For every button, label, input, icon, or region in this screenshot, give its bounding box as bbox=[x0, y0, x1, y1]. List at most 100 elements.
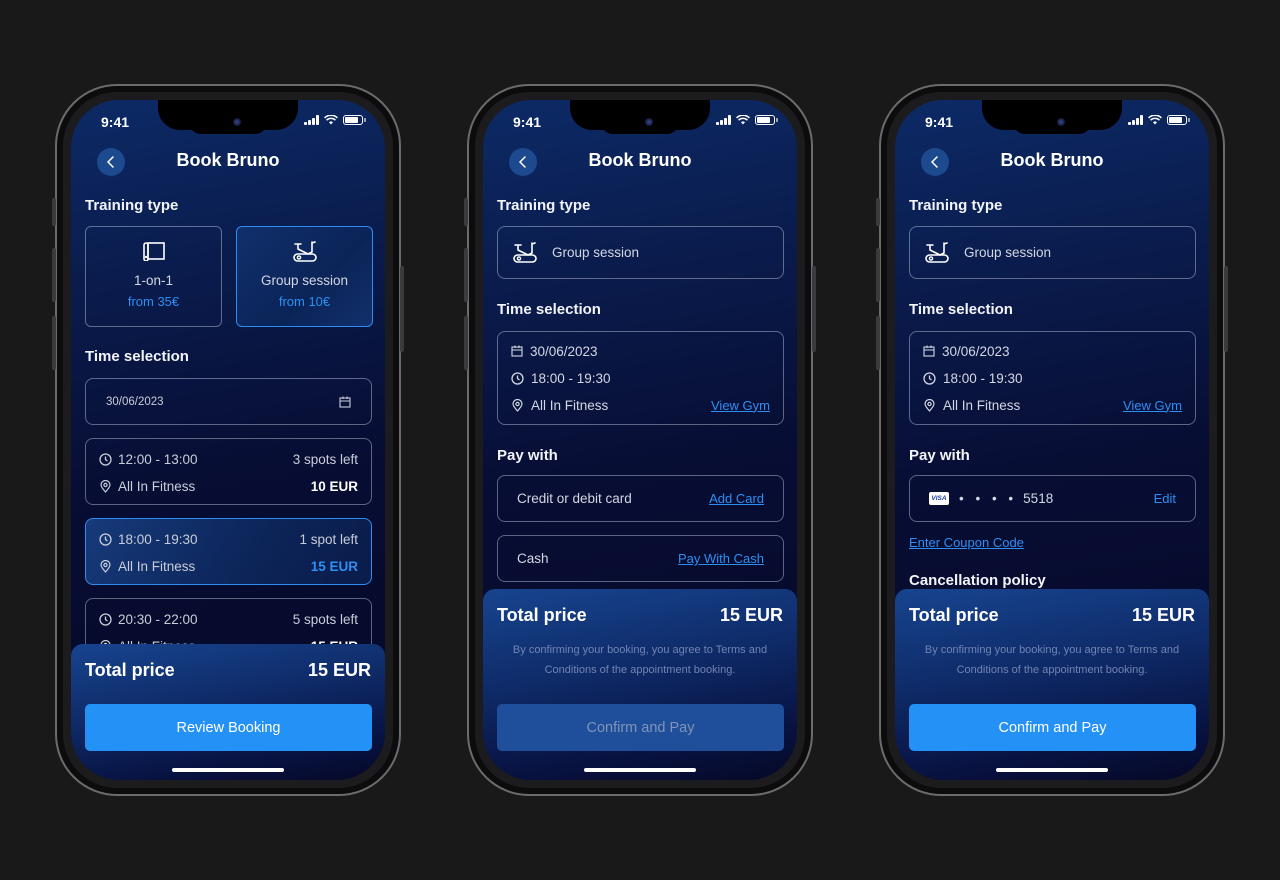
total-value: 15 EUR bbox=[1131, 605, 1195, 625]
date-picker-field[interactable]: 30/06/2023 bbox=[85, 378, 372, 425]
pay-with-cash-link[interactable]: Pay With Cash bbox=[678, 551, 764, 566]
mute-switch bbox=[52, 198, 56, 226]
total-footer: Total price 15 EUR Review Booking bbox=[71, 644, 385, 780]
screen-select-session: 9:41 Book Bruno Training type 1-on-1 fro… bbox=[71, 100, 385, 780]
confirm-and-pay-button[interactable]: Confirm and Pay bbox=[497, 704, 784, 751]
camera-icon bbox=[645, 118, 653, 126]
phone-frame-review: 9:41 Book Bruno Training type 1-on-1 fro… bbox=[52, 84, 404, 796]
card-last4: 5518 bbox=[1023, 491, 1054, 506]
battery-icon bbox=[755, 115, 778, 125]
time-slot[interactable]: 12:00 - 13:00 3 spots left All In Fitness… bbox=[85, 438, 372, 505]
slot-time: 18:00 - 19:30 bbox=[118, 531, 198, 547]
clock-icon bbox=[99, 532, 112, 546]
slot-price: 10 EUR bbox=[310, 478, 358, 494]
signal-icon bbox=[1128, 115, 1143, 125]
summary-time: 18:00 - 19:30 bbox=[531, 370, 611, 386]
status-time: 9:41 bbox=[101, 114, 130, 130]
status-icons bbox=[304, 115, 366, 125]
page-title: Book Bruno bbox=[176, 150, 280, 170]
edit-card-link[interactable]: Edit bbox=[1154, 491, 1176, 506]
time-summary: 30/06/2023 18:00 - 19:30 All In Fitness V… bbox=[909, 331, 1196, 425]
battery-icon bbox=[1167, 115, 1190, 125]
time-selection-label: Time selection bbox=[85, 348, 189, 365]
screen-choose-payment: 9:41 Book Bruno Training type Group sess… bbox=[483, 100, 797, 780]
visa-icon: VISA bbox=[929, 492, 949, 505]
total-footer: Total price 15 EUR By confirming your boo… bbox=[483, 589, 797, 780]
location-pin-icon bbox=[100, 559, 111, 573]
page-title: Book Bruno bbox=[1000, 150, 1104, 170]
training-type-name: 1-on-1 bbox=[133, 273, 174, 288]
add-card-link[interactable]: Add Card bbox=[709, 491, 764, 506]
card-mask: • • • • bbox=[959, 491, 1018, 506]
wifi-icon bbox=[736, 115, 750, 125]
slot-price: 15 EUR bbox=[310, 558, 358, 574]
dynamic-island bbox=[189, 110, 267, 134]
location-pin-icon bbox=[924, 398, 935, 412]
status-icons bbox=[1128, 115, 1190, 125]
calendar-icon bbox=[923, 345, 935, 357]
training-type-summary: Group session bbox=[497, 226, 784, 279]
slot-spots: 3 spots left bbox=[292, 451, 358, 467]
confirm-and-pay-button[interactable]: Confirm and Pay bbox=[909, 704, 1196, 751]
view-gym-link[interactable]: View Gym bbox=[1123, 398, 1182, 413]
training-type-price: from 10€ bbox=[278, 294, 331, 309]
home-indicator[interactable] bbox=[996, 768, 1108, 772]
home-indicator[interactable] bbox=[172, 768, 284, 772]
clock-icon bbox=[99, 452, 112, 466]
training-type-summary: Group session bbox=[909, 226, 1196, 279]
training-type-label: Training type bbox=[909, 197, 1003, 214]
signal-icon bbox=[716, 115, 731, 125]
volume-down-button bbox=[52, 316, 56, 370]
review-booking-button[interactable]: Review Booking bbox=[85, 704, 372, 751]
status-time: 9:41 bbox=[513, 114, 542, 130]
slot-time: 20:30 - 22:00 bbox=[118, 611, 198, 627]
summary-date: 30/06/2023 bbox=[530, 343, 598, 359]
location-pin-icon bbox=[512, 398, 523, 412]
mute-switch bbox=[464, 198, 468, 226]
summary-location: All In Fitness bbox=[531, 397, 609, 413]
time-selection-label: Time selection bbox=[497, 301, 601, 318]
total-footer: Total price 15 EUR By confirming your boo… bbox=[895, 589, 1209, 780]
signal-icon bbox=[304, 115, 319, 125]
slot-spots: 5 spots left bbox=[292, 611, 358, 627]
slot-location: All In Fitness bbox=[118, 478, 196, 494]
training-type-name: Group session bbox=[552, 245, 640, 260]
exercise-bike-icon bbox=[292, 241, 317, 262]
pay-with-label: Pay with bbox=[909, 447, 970, 464]
summary-date: 30/06/2023 bbox=[942, 343, 1010, 359]
camera-icon bbox=[1057, 118, 1065, 126]
training-type-name: Group session bbox=[964, 245, 1052, 260]
slot-time: 12:00 - 13:00 bbox=[118, 451, 198, 467]
view-gym-link[interactable]: View Gym bbox=[711, 398, 770, 413]
time-selection-label: Time selection bbox=[909, 301, 1013, 318]
status-time: 9:41 bbox=[925, 114, 954, 130]
location-pin-icon bbox=[100, 479, 111, 493]
phone-frame-confirm: 9:41 Book Bruno Training type Group sess… bbox=[876, 84, 1228, 796]
home-indicator[interactable] bbox=[584, 768, 696, 772]
power-button bbox=[1224, 266, 1228, 352]
saved-card[interactable]: VISA • • • • 5518 Edit bbox=[909, 475, 1196, 522]
training-type-option-1on1[interactable]: 1-on-1 from 35€ bbox=[85, 226, 222, 327]
door-icon bbox=[142, 242, 165, 261]
payment-option-card[interactable]: Credit or debit card Add Card bbox=[497, 475, 784, 522]
training-type-label: Training type bbox=[497, 197, 591, 214]
payment-option-cash[interactable]: Cash Pay With Cash bbox=[497, 535, 784, 582]
time-slot-selected[interactable]: 18:00 - 19:30 1 spot left All In Fitness 1… bbox=[85, 518, 372, 585]
volume-down-button bbox=[464, 316, 468, 370]
training-type-price: from 35€ bbox=[127, 294, 180, 309]
calendar-icon bbox=[511, 345, 523, 357]
clock-icon bbox=[511, 371, 524, 385]
power-button bbox=[400, 266, 404, 352]
page-title: Book Bruno bbox=[588, 150, 692, 170]
summary-time: 18:00 - 19:30 bbox=[943, 370, 1023, 386]
dynamic-island bbox=[601, 110, 679, 134]
total-value: 15 EUR bbox=[307, 660, 371, 680]
battery-icon bbox=[343, 115, 366, 125]
terms-text: By confirming your booking, you agree to… bbox=[924, 644, 1180, 676]
clock-icon bbox=[99, 612, 112, 626]
training-type-option-group[interactable]: Group session from 10€ bbox=[236, 226, 373, 327]
enter-coupon-link[interactable]: Enter Coupon Code bbox=[909, 535, 1024, 550]
volume-down-button bbox=[876, 316, 880, 370]
total-value: 15 EUR bbox=[719, 605, 783, 625]
screen-confirm-payment: 9:41 Book Bruno Training type Group sess… bbox=[895, 100, 1209, 780]
